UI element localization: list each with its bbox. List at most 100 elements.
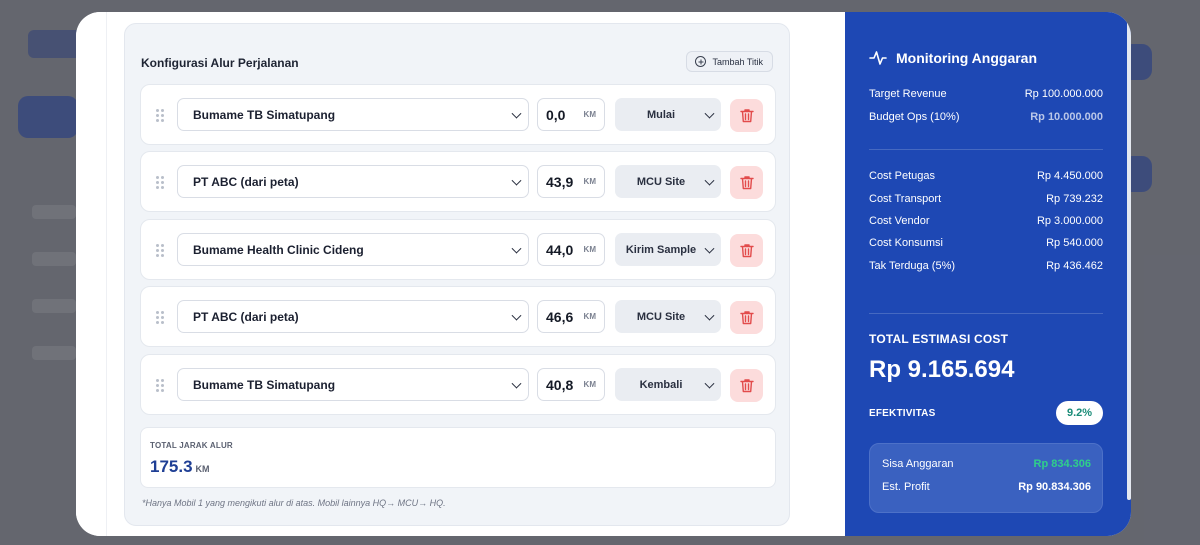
chevron-down-icon: [511, 175, 522, 186]
delete-row-button[interactable]: [730, 369, 763, 402]
chevron-down-icon: [511, 310, 522, 321]
cost-value: Rp 3.000.000: [1036, 215, 1103, 227]
stop-type-value: MCU Site: [636, 310, 686, 323]
remaining-budget-label: Sisa Anggaran: [882, 458, 954, 470]
cost-value: Rp 436.462: [1046, 260, 1103, 272]
drag-handle-icon[interactable]: [156, 176, 164, 189]
budget-ops-row: Budget Ops (10%) Rp 10.000.000: [869, 111, 1103, 123]
target-revenue-value: Rp 100.000.000: [1024, 88, 1103, 100]
cost-label: Tak Terduga (5%): [869, 260, 956, 272]
total-cost-value: Rp 9.165.694: [869, 356, 1015, 383]
distance-value: 43,9: [546, 174, 574, 190]
chevron-down-icon: [704, 310, 715, 321]
estimated-profit-row: Est. Profit Rp 90.834.306: [882, 481, 1091, 493]
distance-value: 44,0: [546, 242, 574, 258]
location-value: PT ABC (dari peta): [193, 174, 299, 189]
trash-icon: [739, 379, 754, 393]
total-distance-unit: KM: [195, 464, 210, 474]
drag-handle-icon[interactable]: [156, 244, 164, 257]
location-value: PT ABC (dari peta): [193, 309, 299, 324]
location-select[interactable]: PT ABC (dari peta): [177, 165, 529, 198]
cost-value: Rp 739.232: [1046, 193, 1103, 205]
plus-circle-icon: [695, 56, 707, 67]
distance-value: 40,8: [546, 377, 574, 393]
location-select[interactable]: Bumame Health Clinic Cideng: [177, 233, 529, 266]
stop-type-value: MCU Site: [636, 175, 686, 188]
cost-row: Cost Konsumsi Rp 540.000: [869, 237, 1103, 249]
distance-unit: KM: [583, 245, 596, 254]
effectivity-label: EFEKTIVITAS: [869, 408, 936, 419]
route-config-card: Konfigurasi Alur Perjalanan Tambah Titik…: [124, 23, 790, 526]
budget-ops-value: Rp 10.000.000: [1030, 111, 1103, 123]
delete-row-button[interactable]: [730, 301, 763, 334]
remaining-budget-row: Sisa Anggaran Rp 834.306: [882, 458, 1091, 470]
stop-type-value: Kembali: [639, 378, 683, 391]
total-distance-label: TOTAL JARAK ALUR: [150, 441, 233, 450]
distance-unit: KM: [583, 177, 596, 186]
activity-pulse-icon: [869, 51, 887, 65]
delete-row-button[interactable]: [730, 99, 763, 132]
chevron-down-icon: [704, 378, 715, 389]
divider: [869, 313, 1103, 314]
delete-row-button[interactable]: [730, 234, 763, 267]
divider: [869, 149, 1103, 150]
location-select[interactable]: Bumame TB Simatupang: [177, 368, 529, 401]
stop-type-select[interactable]: Kirim Sample: [615, 233, 721, 266]
chevron-down-icon: [704, 175, 715, 186]
target-revenue-label: Target Revenue: [869, 88, 947, 100]
stop-type-value: Kirim Sample: [625, 243, 697, 256]
location-value: Bumame Health Clinic Cideng: [193, 242, 364, 257]
cost-value: Rp 4.450.000: [1036, 170, 1103, 182]
chevron-down-icon: [704, 243, 715, 254]
distance-unit: KM: [583, 312, 596, 321]
stop-type-select[interactable]: Mulai: [615, 98, 721, 131]
location-select[interactable]: Bumame TB Simatupang: [177, 98, 529, 131]
cost-row: Cost Petugas Rp 4.450.000: [869, 170, 1103, 182]
budget-monitoring-panel: Monitoring Anggaran Target Revenue Rp 10…: [845, 12, 1131, 536]
trash-icon: [739, 311, 754, 325]
distance-input[interactable]: 46,6 KM: [537, 300, 605, 333]
estimated-profit-label: Est. Profit: [882, 481, 930, 493]
drag-handle-icon[interactable]: [156, 109, 164, 122]
distance-value: 46,6: [546, 309, 574, 325]
stop-type-select[interactable]: Kembali: [615, 368, 721, 401]
add-waypoint-label: Tambah Titik: [712, 56, 763, 67]
distance-unit: KM: [583, 380, 596, 389]
stop-type-select[interactable]: MCU Site: [615, 300, 721, 333]
trash-icon: [739, 244, 754, 258]
distance-input[interactable]: 40,8 KM: [537, 368, 605, 401]
budget-ops-label: Budget Ops (10%): [869, 111, 960, 123]
drag-handle-icon[interactable]: [156, 379, 164, 392]
monitoring-title: Monitoring Anggaran: [896, 50, 1038, 66]
location-select[interactable]: PT ABC (dari peta): [177, 300, 529, 333]
route-config-title: Konfigurasi Alur Perjalanan: [141, 56, 299, 70]
route-pane: Konfigurasi Alur Perjalanan Tambah Titik…: [76, 12, 845, 536]
cost-label: Cost Konsumsi: [869, 237, 943, 249]
effectivity-badge: 9.2%: [1056, 401, 1103, 425]
total-cost-label: TOTAL ESTIMASI COST: [869, 332, 1009, 346]
cost-label: Cost Transport: [869, 193, 942, 205]
delete-row-button[interactable]: [730, 166, 763, 199]
summary-box: Sisa Anggaran Rp 834.306 Est. Profit Rp …: [869, 443, 1103, 513]
distance-value: 0,0: [546, 107, 566, 123]
route-row: PT ABC (dari peta) 46,6 KM MCU Site: [140, 286, 776, 347]
drag-handle-icon[interactable]: [156, 311, 164, 324]
stop-type-value: Mulai: [646, 108, 676, 121]
estimated-profit-value: Rp 90.834.306: [1018, 481, 1091, 493]
chevron-down-icon: [704, 108, 715, 119]
stop-type-select[interactable]: MCU Site: [615, 165, 721, 198]
trash-icon: [739, 109, 754, 123]
distance-input[interactable]: 0,0 KM: [537, 98, 605, 131]
monitoring-header: Monitoring Anggaran: [869, 50, 1037, 66]
route-row: PT ABC (dari peta) 43,9 KM MCU Site: [140, 151, 776, 212]
panel-scrollbar[interactable]: [1127, 18, 1131, 500]
chevron-down-icon: [511, 378, 522, 389]
cost-value: Rp 540.000: [1046, 237, 1103, 249]
distance-input[interactable]: 44,0 KM: [537, 233, 605, 266]
route-row: Bumame TB Simatupang 0,0 KM Mulai: [140, 84, 776, 145]
add-waypoint-button[interactable]: Tambah Titik: [686, 51, 773, 72]
distance-input[interactable]: 43,9 KM: [537, 165, 605, 198]
cost-label: Cost Petugas: [869, 170, 936, 182]
cost-label: Cost Vendor: [869, 215, 930, 227]
route-row: Bumame TB Simatupang 40,8 KM Kembali: [140, 354, 776, 415]
